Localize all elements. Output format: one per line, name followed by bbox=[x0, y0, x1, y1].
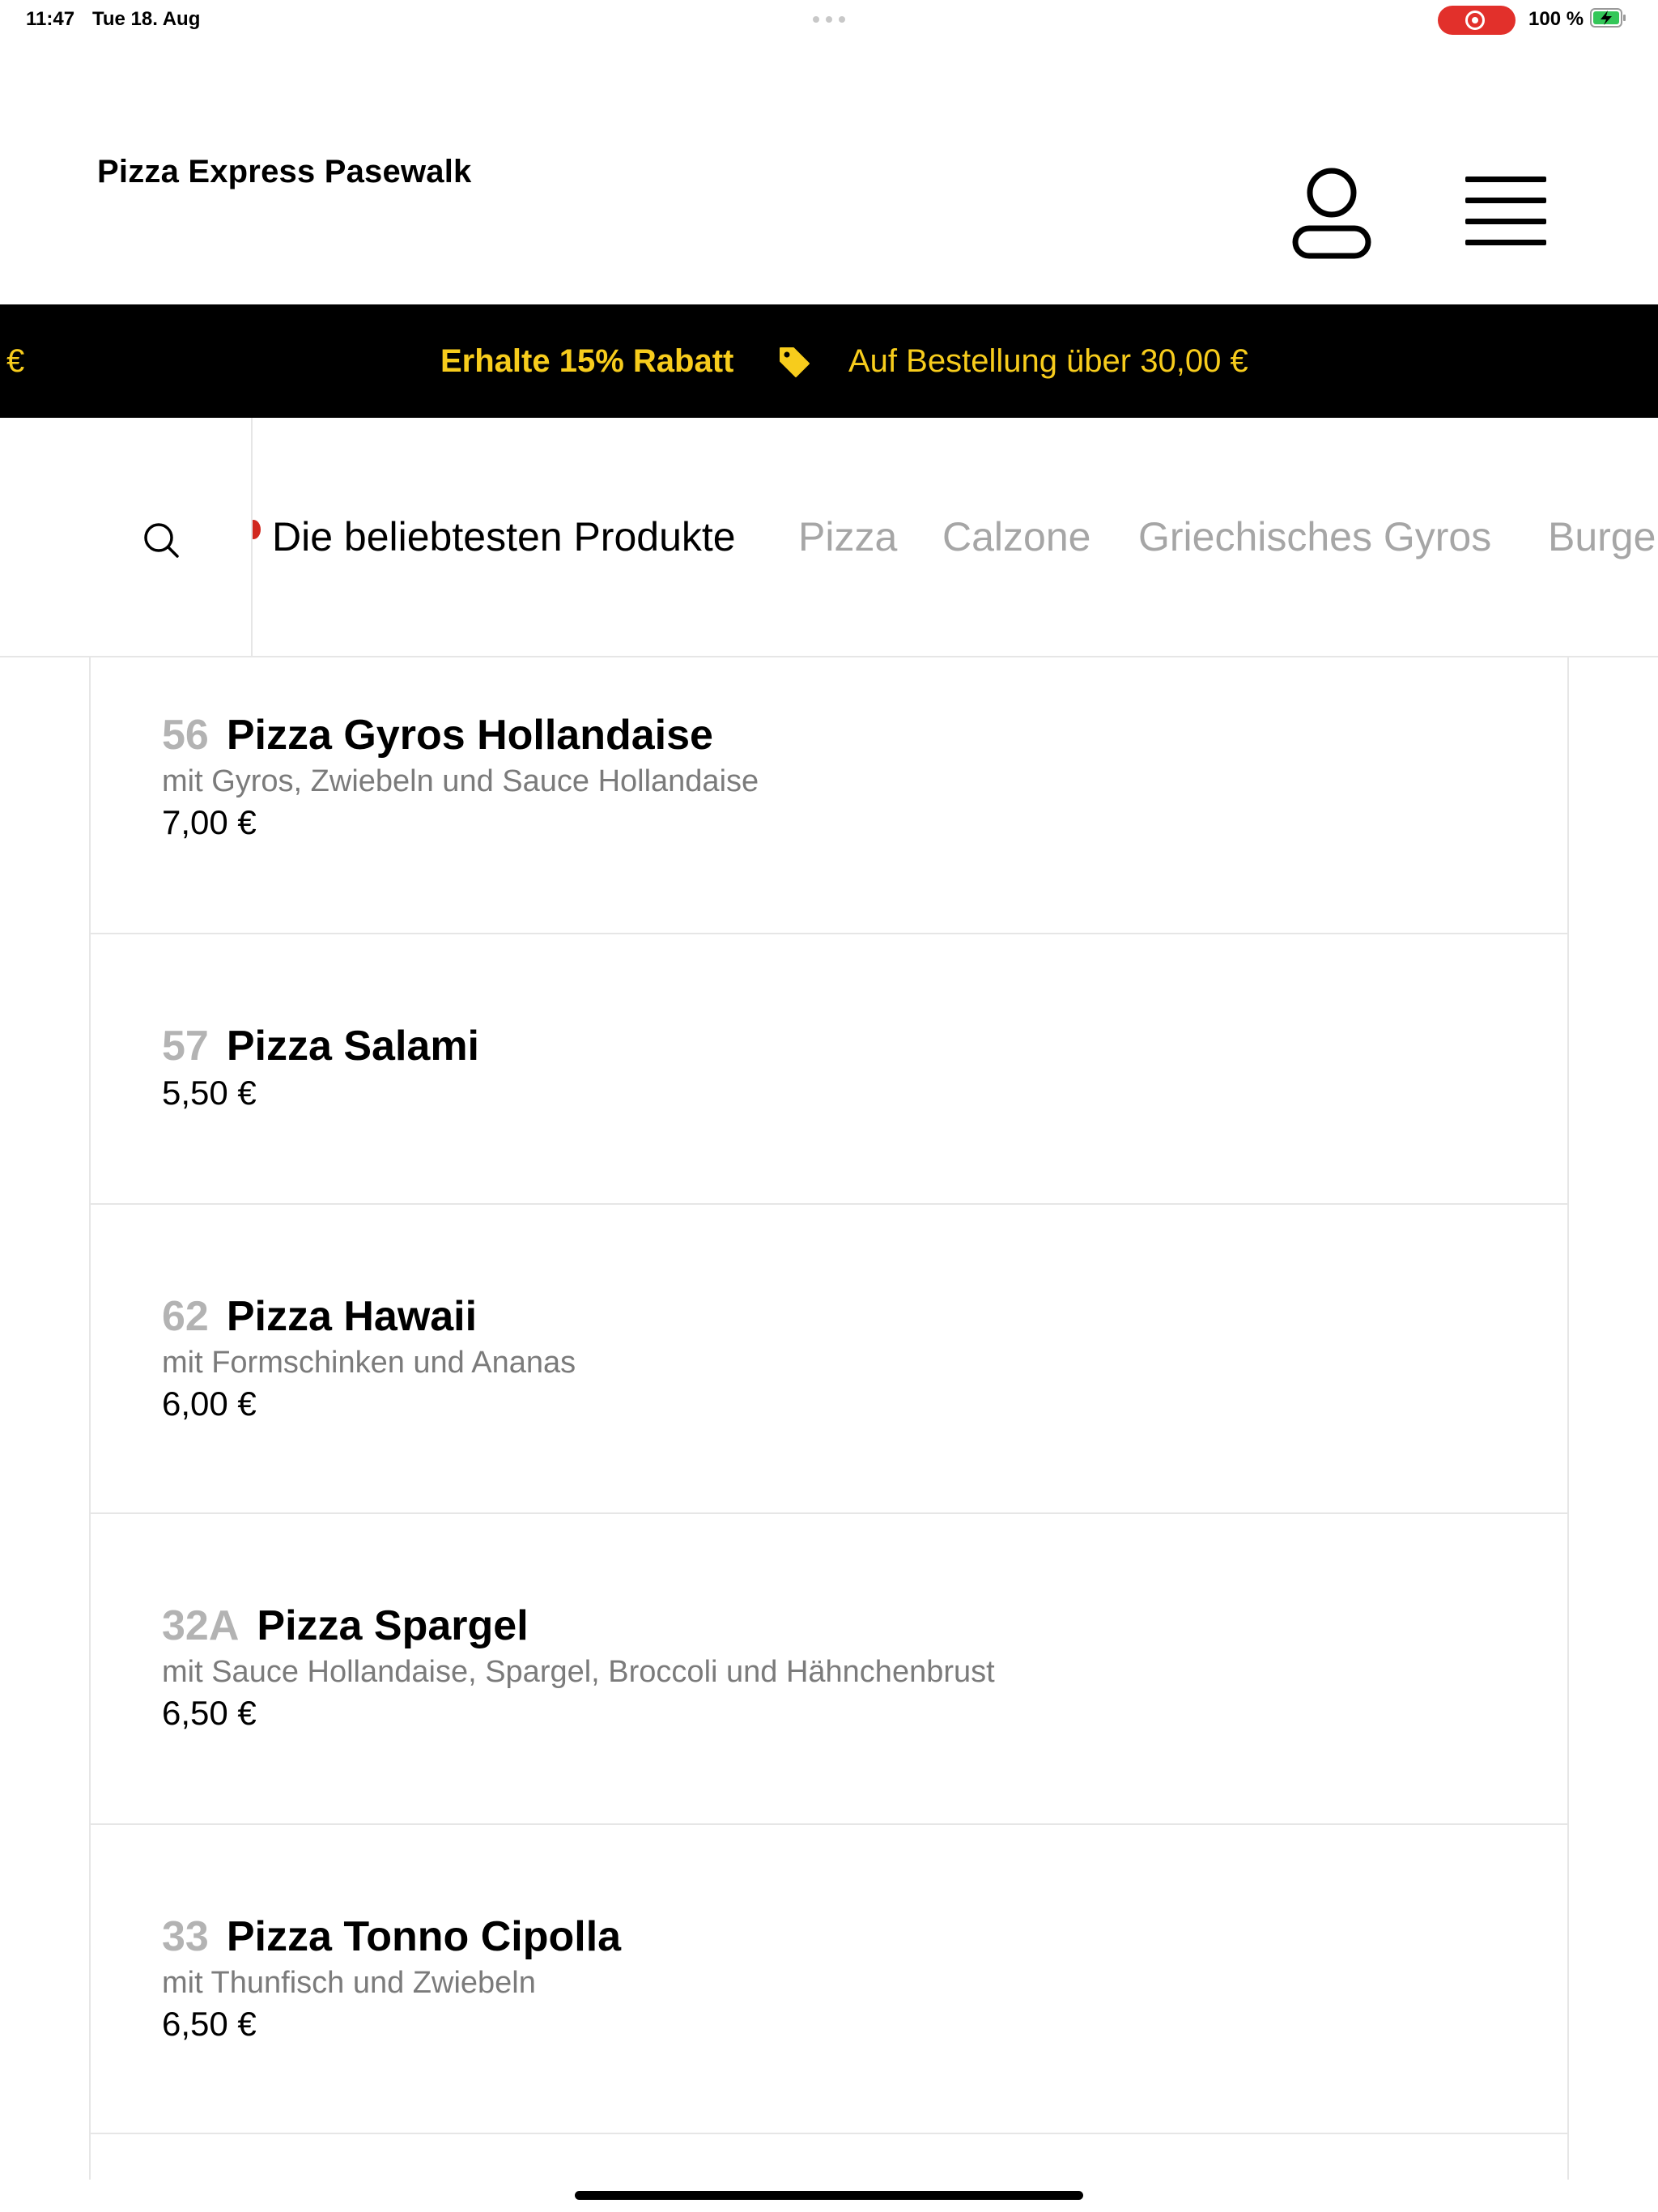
screen-recording-icon[interactable] bbox=[1438, 6, 1516, 35]
menu-line bbox=[1465, 219, 1546, 224]
tab-griechisches-gyros[interactable]: Griechisches Gyros bbox=[1138, 513, 1491, 560]
product-title: 62 Pizza Hawaii bbox=[162, 1292, 477, 1341]
product-title: 57 Pizza Salami bbox=[162, 1022, 479, 1070]
price-tag-icon bbox=[780, 347, 810, 377]
product-name: Pizza Salami bbox=[226, 1023, 479, 1070]
product-price: 5,50 € bbox=[162, 1074, 257, 1112]
product-description: mit Thunfisch und Zwiebeln bbox=[162, 1966, 536, 2000]
promo-scroll-fragment: € bbox=[6, 343, 25, 379]
product-description: mit Gyros, Zwiebeln und Sauce Hollandais… bbox=[162, 764, 759, 798]
search-button[interactable] bbox=[142, 521, 180, 559]
product-name: Pizza Gyros Hollandaise bbox=[226, 712, 713, 759]
status-bar: 11:47 Tue 18. Aug 100 % bbox=[0, 0, 1658, 40]
tab-pizza[interactable]: Pizza bbox=[798, 513, 897, 560]
promo-condition-text: Auf Bestellung über 30,00 € bbox=[848, 343, 1248, 379]
product-name: Pizza Spargel bbox=[257, 1602, 529, 1649]
product-item[interactable]: 56 Pizza Gyros Hollandaise mit Gyros, Zwi… bbox=[91, 657, 1567, 934]
product-title: 56 Pizza Gyros Hollandaise bbox=[162, 711, 713, 759]
home-indicator[interactable] bbox=[575, 2191, 1083, 2200]
menu-line bbox=[1465, 198, 1546, 203]
product-price: 6,00 € bbox=[162, 1385, 257, 1423]
hamburger-menu-button[interactable] bbox=[1465, 175, 1548, 248]
product-number: 57 bbox=[162, 1023, 209, 1070]
promo-banner: € Erhalte 15% Rabatt Auf Bestellung über… bbox=[0, 304, 1658, 418]
product-price: 6,50 € bbox=[162, 2005, 257, 2043]
product-name: Pizza Hawaii bbox=[226, 1293, 478, 1340]
product-name: Pizza Tonno Cipolla bbox=[226, 1913, 622, 1960]
product-description: mit Formschinken und Ananas bbox=[162, 1346, 576, 1380]
promo-discount-text: Erhalte 15% Rabatt bbox=[440, 343, 734, 379]
user-icon bbox=[1292, 168, 1371, 259]
product-description: mit Sauce Hollandaise, Spargel, Broccoli… bbox=[162, 1655, 995, 1689]
tab-burger[interactable]: Burge bbox=[1548, 513, 1656, 560]
product-number: 33 bbox=[162, 1913, 209, 1960]
product-number: 32A bbox=[162, 1602, 240, 1649]
tab-popular-products[interactable]: Die beliebtesten Produkte bbox=[272, 513, 736, 560]
product-price: 6,50 € bbox=[162, 1694, 257, 1732]
tab-calzone[interactable]: Calzone bbox=[942, 513, 1090, 560]
multitasking-dots-icon[interactable] bbox=[813, 16, 845, 23]
menu-line bbox=[1465, 177, 1546, 182]
category-tabs: Die beliebtesten Produkte Pizza Calzone … bbox=[253, 418, 1658, 656]
battery-percentage: 100 % bbox=[1528, 8, 1584, 30]
product-item[interactable]: 62 Pizza Hawaii mit Formschinken und Anan… bbox=[91, 1205, 1567, 1514]
product-number: 62 bbox=[162, 1293, 209, 1340]
app-header: Pizza Express Pasewalk bbox=[0, 40, 1658, 304]
shop-title: Pizza Express Pasewalk bbox=[97, 154, 472, 189]
status-date: Tue 18. Aug bbox=[92, 8, 201, 30]
product-item[interactable]: 33 Pizza Tonno Cipolla mit Thunfisch und … bbox=[91, 1825, 1567, 2134]
user-account-button[interactable] bbox=[1289, 162, 1375, 261]
product-title: 33 Pizza Tonno Cipolla bbox=[162, 1912, 621, 1961]
product-title: 32A Pizza Spargel bbox=[162, 1602, 529, 1650]
battery-charging-icon bbox=[1590, 8, 1626, 28]
product-number: 56 bbox=[162, 712, 209, 759]
search-icon bbox=[144, 523, 179, 558]
product-item[interactable]: 32A Pizza Spargel mit Sauce Hollandaise, … bbox=[91, 1514, 1567, 1825]
status-time: 11:47 bbox=[26, 8, 75, 30]
product-list: 56 Pizza Gyros Hollandaise mit Gyros, Zwi… bbox=[89, 657, 1569, 2180]
active-category-dot-icon bbox=[253, 520, 261, 539]
product-price: 7,00 € bbox=[162, 803, 257, 841]
menu-line bbox=[1465, 240, 1546, 245]
product-item[interactable]: 57 Pizza Salami 5,50 € bbox=[91, 934, 1567, 1205]
category-bar: Die beliebtesten Produkte Pizza Calzone … bbox=[0, 418, 1658, 657]
